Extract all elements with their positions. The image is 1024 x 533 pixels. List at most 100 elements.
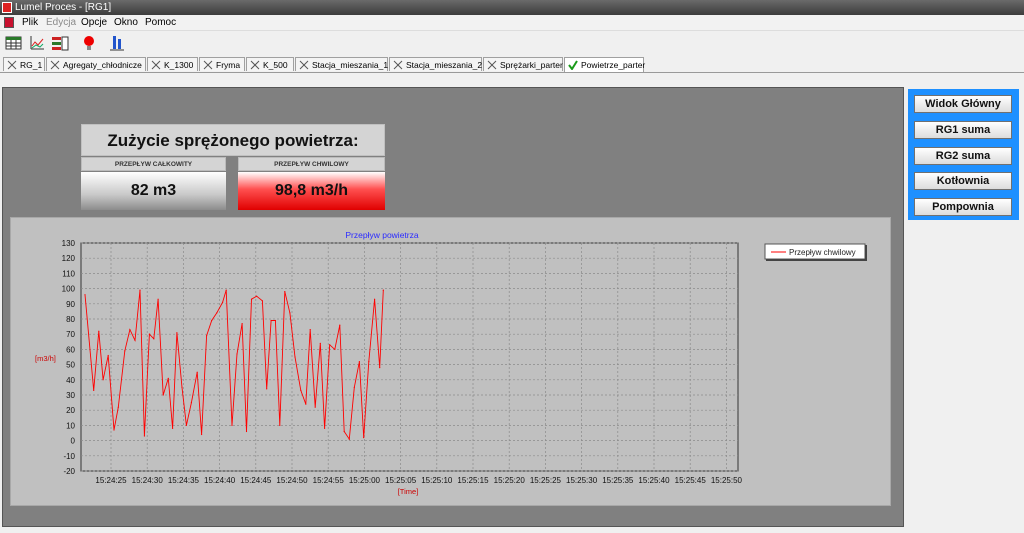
data-point: [261, 300, 263, 302]
table-icon[interactable]: [5, 34, 23, 52]
menu-plik[interactable]: Plik: [22, 15, 38, 30]
data-point: [309, 329, 311, 331]
x-tick-label: 15:24:45: [240, 476, 272, 485]
tab-stacja-mieszania-2[interactable]: Stacja_mieszania_2: [389, 57, 482, 71]
widok-glowny-button[interactable]: Widok Główny: [914, 95, 1012, 113]
tab-label: Stacja_mieszania_2: [406, 60, 483, 70]
close-icon[interactable]: [203, 60, 213, 70]
data-point: [382, 289, 384, 291]
chart-icon[interactable]: [28, 34, 46, 52]
data-point: [348, 438, 350, 440]
data-point: [153, 338, 155, 340]
x-tick-label: 15:25:40: [638, 476, 670, 485]
tab-stacja-mieszania-1[interactable]: Stacja_mieszania_1: [295, 57, 388, 71]
x-tick-label: 15:24:50: [276, 476, 308, 485]
close-icon[interactable]: [487, 60, 497, 70]
tab-k-1300[interactable]: K_1300: [147, 57, 198, 71]
rg1-suma-button[interactable]: RG1 suma: [914, 121, 1012, 139]
data-point: [157, 298, 159, 300]
data-point: [222, 301, 224, 303]
data-point: [113, 429, 115, 431]
data-point: [270, 319, 272, 322]
tab-label: Agregaty_chłodnicze: [63, 60, 142, 70]
x-tick-label: 15:24:25: [95, 476, 127, 485]
menu-okno[interactable]: Okno: [114, 15, 138, 30]
alarm-lamp-icon[interactable]: [80, 34, 98, 52]
close-icon[interactable]: [50, 60, 60, 70]
data-point: [181, 386, 183, 388]
y-tick-label: 20: [66, 406, 75, 415]
chart-legend: Przepływ chwilowy: [764, 243, 867, 261]
data-point: [314, 406, 316, 408]
close-icon[interactable]: [299, 60, 309, 70]
tab-fryma[interactable]: Fryma: [199, 57, 245, 71]
legend-label: Przepływ chwilowy: [789, 248, 856, 257]
tab-label: Powietrze_parter: [581, 60, 646, 70]
flow-chart: Przepływ powietrza -20 -10 0 10 20 30 40 50 60 70…: [10, 217, 891, 506]
data-point: [250, 298, 253, 300]
data-point: [266, 388, 268, 390]
rg2-suma-button[interactable]: RG2 suma: [914, 147, 1012, 165]
tab-rg-1[interactable]: RG_1: [3, 57, 45, 71]
y-tick-label: 0: [71, 437, 76, 446]
y-tick-label: 100: [62, 285, 76, 294]
menu-edycja[interactable]: Edycja: [46, 15, 76, 30]
data-point: [93, 389, 95, 391]
close-icon[interactable]: [7, 60, 17, 70]
data-point: [231, 424, 233, 426]
checkmark-icon: [568, 60, 578, 70]
data-point: [185, 424, 187, 426]
chart-title: Przepływ powietrza: [345, 230, 418, 240]
x-tick-label: 15:25:10: [421, 476, 453, 485]
tab-agregaty-chlodnicze[interactable]: Agregaty_chłodnicze: [46, 57, 146, 71]
y-axis-label: [m3/h]: [35, 354, 56, 363]
kotlownia-button[interactable]: Kotłownia: [914, 172, 1012, 190]
data-point: [211, 319, 213, 322]
data-point: [284, 291, 286, 293]
y-tick-label: 90: [66, 300, 75, 309]
tab-sprezarki-parter[interactable]: Sprężarki_parter: [483, 57, 563, 71]
y-tick-label: -10: [63, 452, 75, 461]
list-icon[interactable]: [51, 34, 69, 52]
tab-label: Fryma: [216, 60, 241, 70]
menu-opcje[interactable]: Opcje: [81, 15, 107, 30]
data-point: [245, 430, 248, 433]
menu-pomoc[interactable]: Pomoc: [145, 15, 176, 30]
tab-k-500[interactable]: K_500: [246, 57, 294, 71]
data-point: [319, 342, 321, 344]
tab-powietrze-parter[interactable]: Powietrze_parter: [564, 57, 646, 72]
data-point: [196, 371, 198, 373]
pompownia-button[interactable]: Pompownia: [914, 198, 1012, 216]
y-tick-label: 80: [66, 315, 75, 324]
x-axis-label: [Time]: [398, 487, 419, 496]
document-icon[interactable]: [4, 17, 14, 28]
window-title: Lumel Proces - [RG1]: [15, 2, 112, 13]
y-tick-label: 40: [66, 376, 75, 385]
tab-label: RG_1: [20, 60, 43, 70]
x-tick-label: 15:25:00: [349, 476, 381, 485]
instant-flow-label: PRZEPŁYW CHWILOWY: [238, 157, 385, 171]
data-point: [353, 386, 355, 388]
data-point: [274, 319, 276, 322]
data-point: [98, 330, 100, 332]
x-tick-label: 15:25:15: [457, 476, 489, 485]
data-point: [363, 437, 365, 439]
data-point: [236, 353, 238, 355]
data-point: [124, 350, 126, 352]
data-point: [241, 323, 243, 325]
data-point: [334, 348, 336, 350]
data-point: [134, 339, 136, 341]
close-icon[interactable]: [151, 60, 161, 70]
data-point: [379, 367, 381, 369]
menu-bar: Plik Edycja Opcje Okno Pomoc: [0, 15, 1024, 31]
close-icon[interactable]: [250, 60, 260, 70]
y-tick-label: 10: [66, 421, 75, 430]
instant-flow-value: 98,8 m3/h: [238, 172, 385, 210]
data-point: [148, 333, 150, 335]
data-point: [139, 289, 141, 291]
data-point: [279, 424, 281, 426]
data-point: [84, 294, 86, 296]
total-flow-label: PRZEPŁYW CAŁKOWITY: [81, 157, 226, 171]
close-icon[interactable]: [393, 60, 403, 70]
export-icon[interactable]: [108, 34, 126, 52]
